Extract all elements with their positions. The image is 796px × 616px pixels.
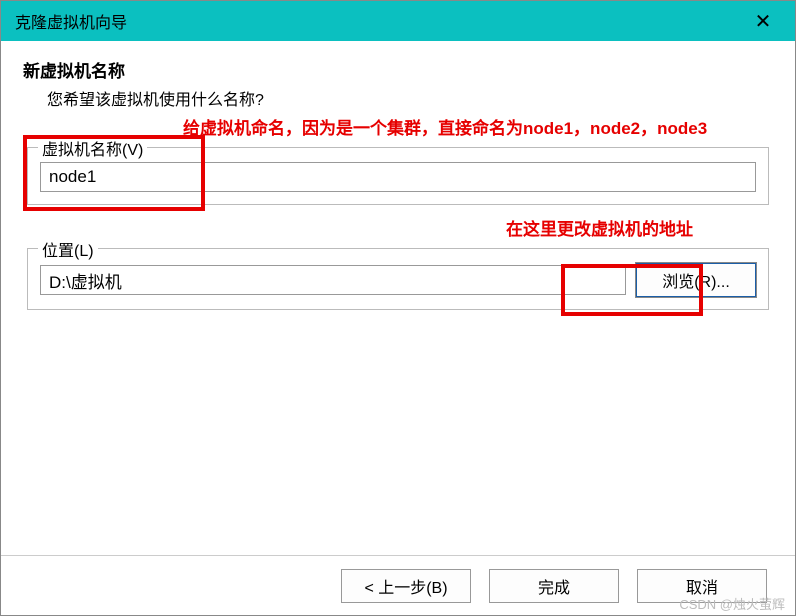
annotation-location: 在这里更改虚拟机的地址 — [23, 215, 693, 240]
window-title: 克隆虚拟机向导 — [15, 9, 127, 33]
page-subheading: 您希望该虚拟机使用什么名称? — [47, 86, 773, 110]
vm-location-legend: 位置(L) — [38, 237, 98, 261]
wizard-window: 克隆虚拟机向导 ✕ 新虚拟机名称 您希望该虚拟机使用什么名称? 给虚拟机命名，因… — [0, 0, 796, 616]
vm-name-fieldset: 虚拟机名称(V) — [27, 147, 769, 205]
vm-name-input[interactable] — [40, 162, 756, 192]
close-button[interactable]: ✕ — [745, 3, 781, 39]
annotation-naming: 给虚拟机命名，因为是一个集群，直接命名为node1，node2，node3 — [183, 114, 773, 139]
content-area: 新虚拟机名称 您希望该虚拟机使用什么名称? 给虚拟机命名，因为是一个集群，直接命… — [1, 41, 795, 310]
vm-name-legend: 虚拟机名称(V) — [38, 136, 147, 160]
vm-location-fieldset: 位置(L) 浏览(R)... — [27, 248, 769, 310]
location-row: 浏览(R)... — [40, 263, 756, 297]
finish-button[interactable]: 完成 — [489, 569, 619, 603]
cancel-button[interactable]: 取消 — [637, 569, 767, 603]
browse-button[interactable]: 浏览(R)... — [636, 263, 756, 297]
close-icon: ✕ — [755, 9, 772, 34]
back-button[interactable]: < 上一步(B) — [341, 569, 471, 603]
page-heading: 新虚拟机名称 — [23, 57, 773, 82]
titlebar: 克隆虚拟机向导 ✕ — [1, 1, 795, 41]
footer-bar: < 上一步(B) 完成 取消 — [1, 555, 795, 615]
vm-location-input[interactable] — [40, 265, 626, 295]
